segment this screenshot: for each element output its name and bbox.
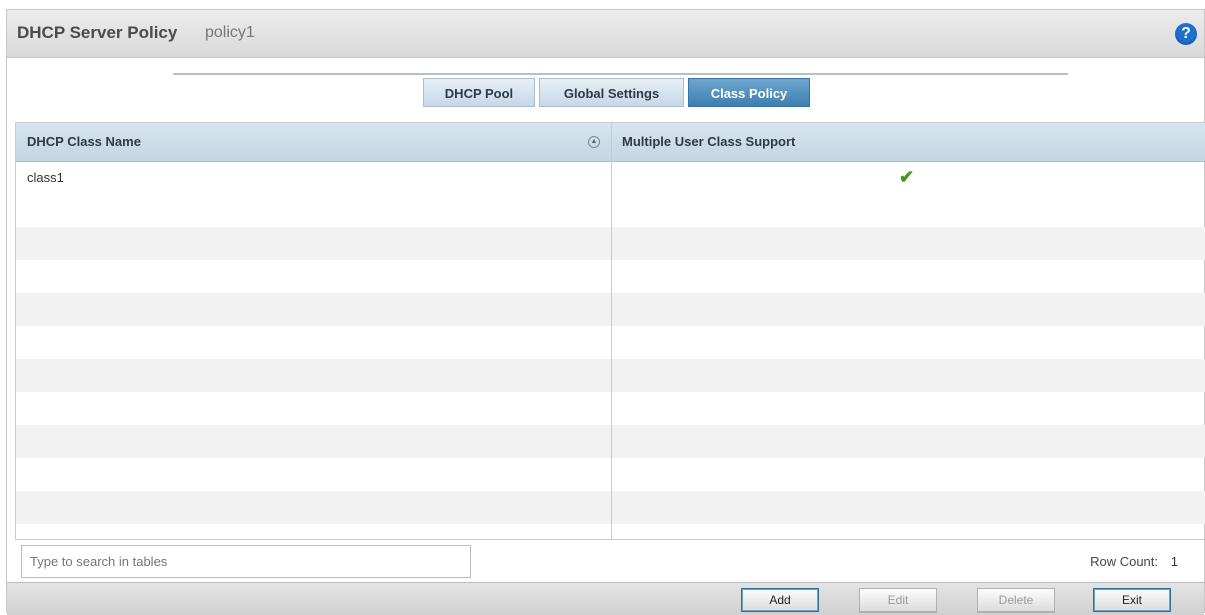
class-name-cell: class1 — [27, 170, 64, 185]
table-search-input[interactable] — [21, 545, 471, 578]
delete-button[interactable]: Delete — [977, 588, 1055, 612]
help-icon[interactable]: ? — [1175, 23, 1197, 45]
row-count-label: Row Count: — [1090, 554, 1158, 569]
dhcp-server-policy-panel: DHCP Server Policy policy1 ? DHCP Pool G… — [6, 9, 1205, 615]
tabs-divider — [173, 73, 1068, 75]
sort-ascending-icon[interactable]: ▲ — [588, 136, 600, 148]
edit-button[interactable]: Edit — [859, 588, 937, 612]
row-count-value: 1 — [1170, 554, 1178, 569]
column-divider — [611, 123, 612, 539]
column-header-multiple-user-class-support[interactable]: Multiple User Class Support — [622, 123, 795, 161]
policy-name: policy1 — [205, 24, 255, 41]
tab-dhcp-pool[interactable]: DHCP Pool — [423, 78, 535, 107]
class-policy-table: DHCP Class Name ▲ Multiple User Class Su… — [15, 122, 1205, 540]
tab-global-settings[interactable]: Global Settings — [539, 78, 684, 107]
action-bar: Add Edit Delete Exit — [7, 582, 1204, 615]
page-title: DHCP Server Policy — [17, 23, 178, 42]
tab-class-policy[interactable]: Class Policy — [688, 78, 810, 107]
title-bar: DHCP Server Policy policy1 ? — [7, 10, 1204, 58]
checkmark-icon: ✔ — [899, 167, 915, 187]
add-button[interactable]: Add — [741, 588, 819, 612]
exit-button[interactable]: Exit — [1093, 588, 1171, 612]
column-header-dhcp-class-name[interactable]: DHCP Class Name — [27, 123, 141, 161]
